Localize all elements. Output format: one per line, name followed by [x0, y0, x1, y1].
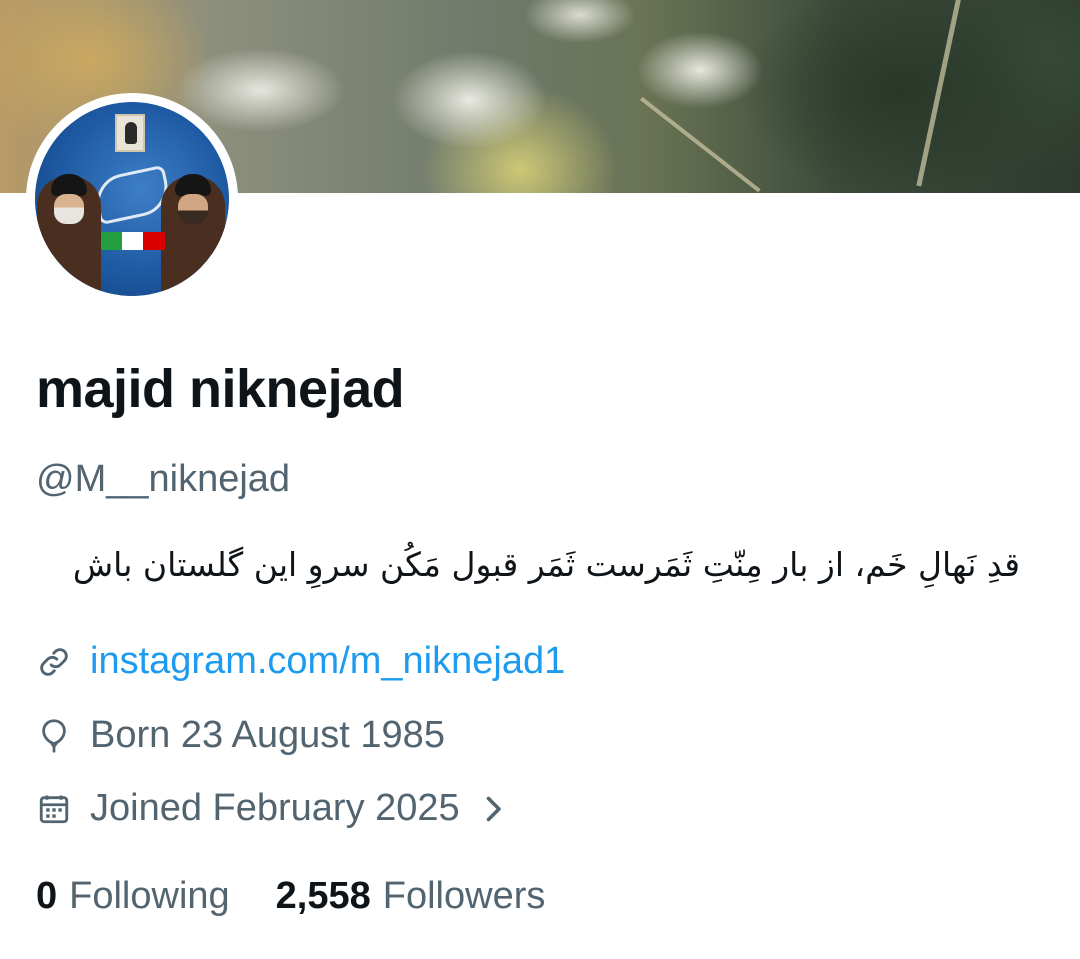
- avatar-flag: [101, 232, 165, 250]
- following-label: Following: [69, 875, 230, 917]
- avatar-figure-left: [37, 174, 101, 296]
- followers-stat[interactable]: 2,558 Followers: [276, 875, 546, 918]
- profile-website-row: instagram.com/m_niknejad1: [36, 640, 565, 683]
- profile-birth-row: Born 23 August 1985: [36, 714, 445, 757]
- followers-label: Followers: [382, 875, 546, 917]
- profile-joined-row[interactable]: Joined February 2025: [36, 787, 504, 830]
- profile-handle: @M__niknejad: [36, 458, 291, 500]
- followers-count: 2,558: [275, 875, 371, 917]
- banner-stem: [640, 96, 761, 193]
- website-link[interactable]: instagram.com/m_niknejad1: [90, 640, 565, 683]
- profile-bio: قدِ نَهالِ خَم، از بار مِنّتِ ثَمَرست ثَ…: [72, 545, 1020, 584]
- profile-avatar[interactable]: [26, 93, 238, 305]
- profile-page: majid niknejad @M__niknejad قدِ نَهالِ خ…: [0, 0, 1080, 959]
- profile-stats: 0 Following 2,558 Followers: [36, 875, 591, 918]
- joined-date: Joined February 2025: [90, 787, 460, 829]
- following-count: 0: [36, 875, 58, 917]
- birth-date: Born 23 August 1985: [90, 714, 445, 756]
- banner-stem: [916, 0, 965, 187]
- avatar-framed-portrait: [115, 114, 145, 152]
- avatar-figure-right: [161, 174, 225, 296]
- link-icon: [36, 644, 72, 680]
- following-stat[interactable]: 0 Following: [36, 875, 230, 918]
- profile-name: majid niknejad: [36, 359, 405, 419]
- balloon-icon: [36, 718, 72, 754]
- chevron-right-icon[interactable]: [482, 794, 504, 824]
- calendar-icon: [36, 791, 72, 827]
- avatar-image: [35, 102, 229, 296]
